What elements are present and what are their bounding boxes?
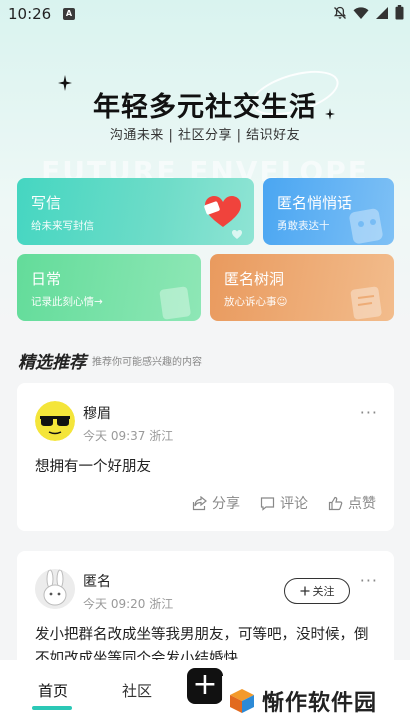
card-tree-hole[interactable]: 匿名树洞 放心诉心事☺ — [210, 254, 394, 321]
section-title: 精选推荐 — [18, 353, 86, 373]
follow-label: 关注 — [312, 585, 335, 598]
nav-active-indicator — [32, 706, 72, 710]
card-title: 日常 — [31, 270, 62, 288]
mute-icon — [333, 6, 347, 19]
card-write-letter[interactable]: 写信 给未来写封信 — [17, 178, 254, 245]
card-subtitle: 勇敢表达十 — [277, 220, 330, 232]
status-time: 10:26 — [8, 5, 52, 23]
comment-button[interactable]: 评论 — [260, 493, 308, 513]
section-subtitle: 推荐你可能感兴趣的内容 — [92, 357, 202, 368]
more-options-button[interactable]: ··· — [360, 573, 378, 589]
mask-icon — [349, 208, 383, 244]
share-button[interactable]: 分享 — [192, 493, 240, 513]
small-heart-icon — [232, 230, 242, 239]
thumbs-up-icon — [328, 496, 343, 510]
card-title: 匿名树洞 — [224, 270, 285, 288]
card-title: 匿名悄悄话 — [277, 194, 353, 212]
post-card[interactable]: 穆眉 今天 09:37 浙江 ··· 想拥有一个好朋友 分享 评论 点赞 — [17, 383, 394, 531]
share-icon — [192, 495, 207, 510]
status-bar: 10:26 A — [0, 0, 410, 30]
status-icons — [333, 5, 404, 20]
post-author[interactable]: 穆眉 — [83, 403, 111, 423]
card-title: 写信 — [31, 194, 62, 212]
battery-icon — [395, 5, 404, 20]
comment-label: 评论 — [280, 496, 308, 512]
post-actions: 分享 评论 点赞 — [192, 493, 376, 513]
card-subtitle: 放心诉心事☺ — [224, 296, 288, 308]
card-subtitle: 记录此刻心情→ — [31, 296, 103, 308]
post-meta: 今天 09:20 浙江 — [83, 597, 174, 611]
comment-icon — [260, 496, 275, 511]
add-post-button[interactable]: + — [187, 668, 223, 704]
post-author[interactable]: 匿名 — [83, 571, 111, 591]
avatar[interactable] — [35, 401, 75, 441]
like-button[interactable]: 点赞 — [328, 493, 376, 513]
follow-button[interactable]: 关注 — [284, 578, 350, 604]
nav-community[interactable]: 社区 — [122, 680, 152, 701]
watermark-text: 惭作软件园 — [262, 691, 378, 716]
share-label: 分享 — [212, 496, 240, 512]
hero-title: 年轻多元社交生活 — [93, 92, 317, 123]
document-icon — [350, 286, 382, 320]
card-daily[interactable]: 日常 记录此刻心情→ — [17, 254, 201, 321]
logo-icon — [230, 689, 254, 713]
watermark: 惭作软件园 — [222, 676, 410, 726]
post-meta: 今天 09:37 浙江 — [83, 429, 174, 443]
card-anonymous-whisper[interactable]: 匿名悄悄话 勇敢表达十 — [263, 178, 394, 245]
wifi-icon — [353, 6, 369, 19]
card-subtitle: 给未来写封信 — [31, 220, 94, 232]
post-content[interactable]: 想拥有一个好朋友 — [35, 455, 376, 479]
hero-banner: 年轻多元社交生活 沟通未来 | 社区分享 | 结识好友 FUTURE ENVEL… — [0, 60, 410, 182]
notification-icon: A — [63, 8, 75, 20]
nav-home[interactable]: 首页 — [38, 680, 68, 701]
note-icon — [159, 286, 191, 320]
heart-envelope-icon — [204, 196, 241, 227]
hero-subtitle: 沟通未来 | 社区分享 | 结识好友 — [109, 128, 301, 143]
plus-icon — [300, 586, 309, 596]
more-options-button[interactable]: ··· — [360, 405, 378, 421]
like-label: 点赞 — [348, 496, 376, 512]
signal-icon — [376, 6, 388, 19]
avatar[interactable] — [35, 569, 75, 609]
